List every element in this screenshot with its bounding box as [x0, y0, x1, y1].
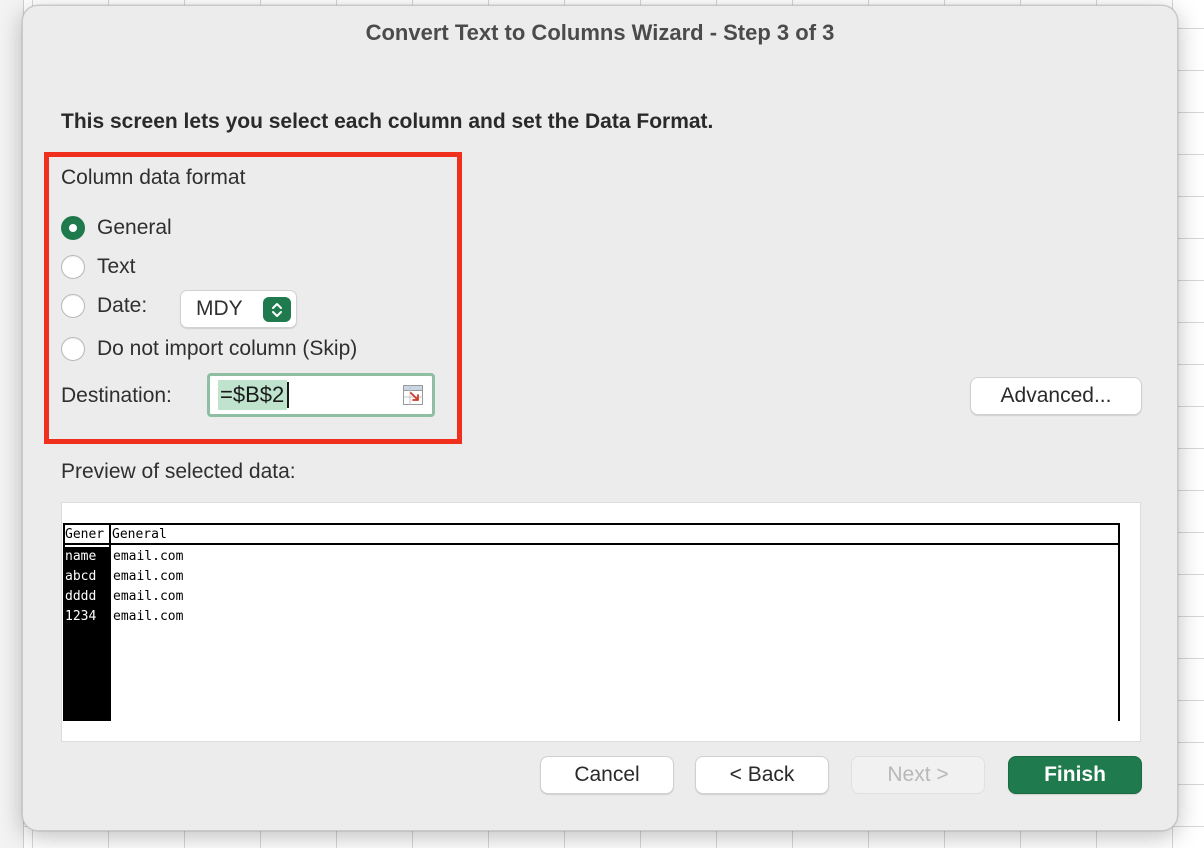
- preview-header-col2[interactable]: General: [112, 525, 1012, 545]
- preview-cell: name: [65, 549, 97, 564]
- radio-general[interactable]: General: [61, 216, 172, 240]
- radio-general-control[interactable]: [61, 216, 85, 240]
- preview-header-row: Gener General: [65, 525, 1118, 545]
- preview-cell: email.com: [113, 549, 184, 564]
- preview-header-col1[interactable]: Gener: [65, 525, 109, 545]
- stepper-chevrons-icon: [263, 297, 291, 322]
- preview-cell: email.com: [113, 569, 184, 584]
- back-button[interactable]: < Back: [695, 756, 829, 794]
- preview-column-divider: [109, 525, 111, 721]
- advanced-button[interactable]: Advanced...: [970, 377, 1142, 415]
- radio-skip[interactable]: Do not import column (Skip): [61, 337, 357, 361]
- column-data-format-label: Column data format: [61, 166, 246, 189]
- instruction-text: This screen lets you select each column …: [61, 110, 714, 133]
- preview-column-selected[interactable]: name abcd dddd 1234: [65, 547, 109, 721]
- radio-general-label: General: [97, 216, 172, 239]
- radio-skip-control[interactable]: [61, 337, 85, 361]
- preview-grid: Gener General name abcd dddd 1234 email.…: [63, 523, 1120, 721]
- text-to-columns-dialog: Convert Text to Columns Wizard - Step 3 …: [22, 5, 1178, 831]
- finish-button[interactable]: Finish: [1008, 756, 1142, 794]
- radio-text-control[interactable]: [61, 255, 85, 279]
- next-button[interactable]: Next >: [851, 756, 985, 794]
- text-cursor: [287, 382, 290, 408]
- radio-skip-label: Do not import column (Skip): [97, 337, 358, 360]
- collapse-dialog-icon[interactable]: [402, 384, 424, 406]
- cancel-button[interactable]: Cancel: [540, 756, 674, 794]
- spreadsheet-row-header-strip: [0, 0, 24, 848]
- radio-text[interactable]: Text: [61, 255, 136, 279]
- radio-text-label: Text: [97, 255, 136, 278]
- radio-date[interactable]: Date:: [61, 294, 147, 318]
- preview-label: Preview of selected data:: [61, 460, 296, 483]
- preview-cell: email.com: [113, 609, 184, 624]
- preview-cell: email.com: [113, 589, 184, 604]
- preview-cell: 1234: [65, 609, 97, 624]
- radio-date-label: Date:: [97, 294, 148, 317]
- destination-input[interactable]: =$B$2: [207, 373, 435, 417]
- radio-date-control[interactable]: [61, 294, 85, 318]
- dialog-title: Convert Text to Columns Wizard - Step 3 …: [365, 20, 835, 45]
- preview-cell: abcd: [65, 569, 97, 584]
- preview-pane[interactable]: Gener General name abcd dddd 1234 email.…: [61, 502, 1141, 742]
- date-order-value: MDY: [196, 297, 243, 320]
- date-order-select[interactable]: MDY: [180, 290, 297, 328]
- preview-cell: dddd: [65, 589, 97, 604]
- destination-label: Destination:: [61, 384, 172, 407]
- destination-value: =$B$2: [218, 380, 288, 410]
